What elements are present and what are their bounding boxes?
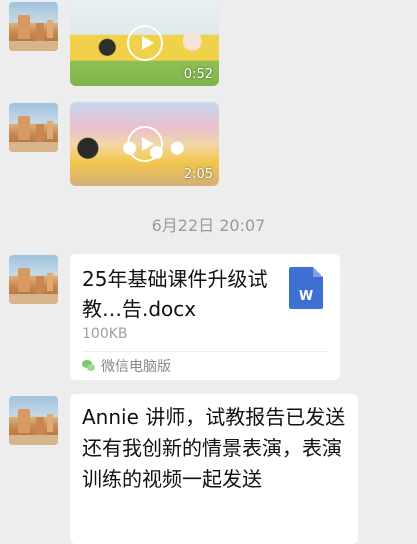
file-size: 100KB <box>82 326 128 342</box>
video-message[interactable]: 0:52 <box>70 0 219 86</box>
sender-avatar[interactable] <box>9 255 58 304</box>
sender-avatar[interactable] <box>9 396 58 445</box>
text-message[interactable]: Annie 讲师，试教报告已发送还有我创新的情景表演，表演训练的视频一起发送 <box>70 394 358 544</box>
video-duration: 2:05 <box>183 167 213 182</box>
video-message[interactable]: 2:05 <box>70 102 219 186</box>
word-doc-icon: W <box>289 267 323 309</box>
video-duration: 0:52 <box>183 67 213 82</box>
message-timestamp: 6月22日 20:07 <box>151 216 266 235</box>
sender-avatar[interactable] <box>9 2 58 51</box>
file-name: 25年基础课件升级试教…告.docx <box>82 267 268 321</box>
divider <box>82 351 328 352</box>
play-icon[interactable] <box>126 126 163 162</box>
file-source: 微信电脑版 <box>82 356 171 376</box>
play-icon[interactable] <box>126 25 163 61</box>
sender-avatar[interactable] <box>9 103 58 152</box>
source-label: 微信电脑版 <box>101 359 171 375</box>
file-message[interactable]: 25年基础课件升级试教…告.docx 100KB W 微信电脑版 <box>70 254 340 380</box>
wechat-icon <box>82 360 96 372</box>
doc-icon-letter: W <box>298 289 314 304</box>
